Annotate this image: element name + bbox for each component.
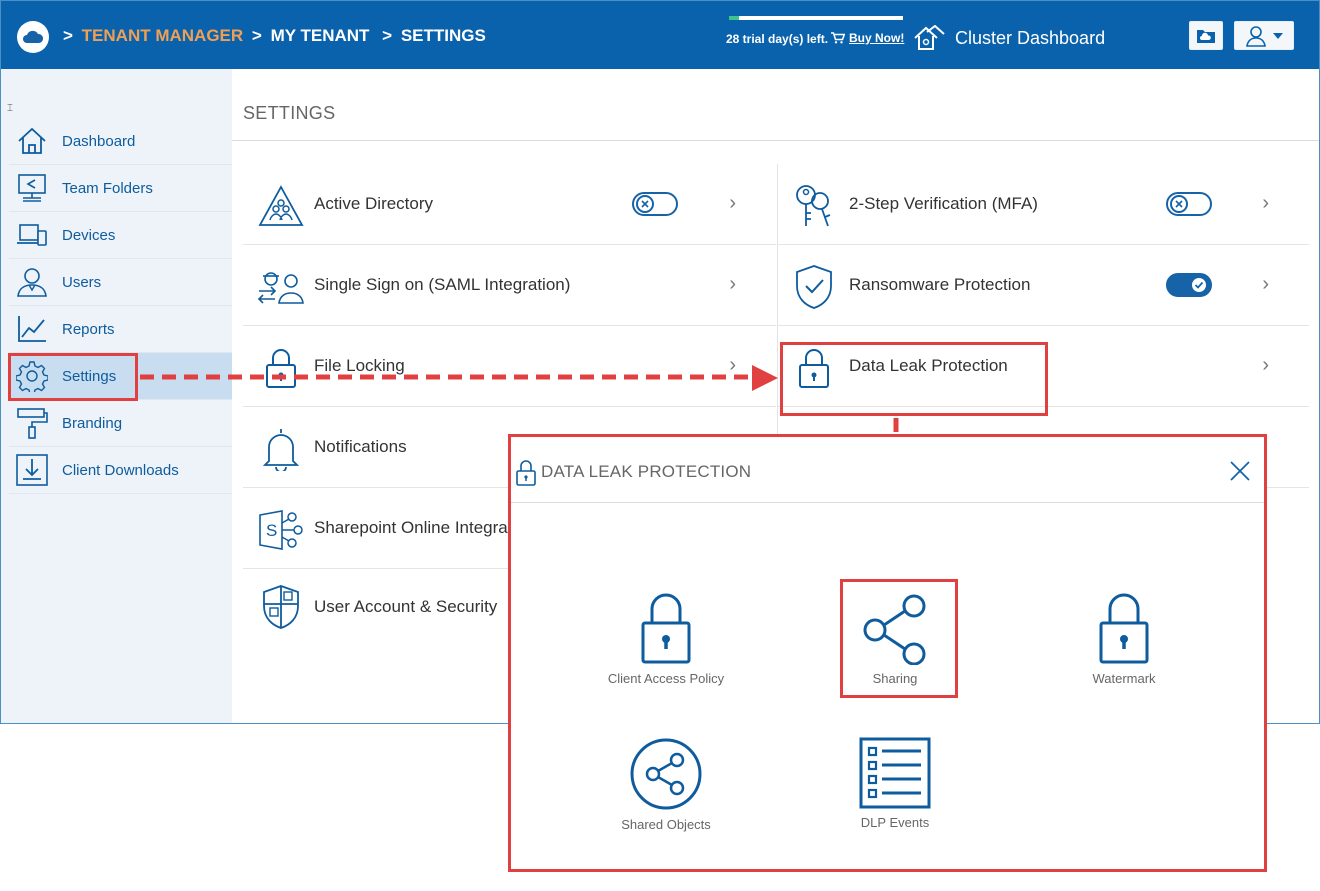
dialog-title: DATA LEAK PROTECTION — [541, 462, 752, 481]
data-leak-protection-dialog: DATA LEAK PROTECTION Client Access Polic… — [508, 434, 1267, 872]
tile-label: Client Access Policy — [607, 671, 725, 686]
sharing-highlight-box — [840, 579, 958, 698]
tile-label: DLP Events — [860, 815, 930, 830]
tile-shared-objects[interactable]: Shared Objects — [591, 737, 741, 832]
lock-icon — [641, 593, 691, 664]
tile-label: Shared Objects — [621, 817, 711, 832]
lock-icon — [1099, 593, 1149, 664]
tile-label: Watermark — [1092, 671, 1156, 686]
lock-icon — [516, 460, 536, 486]
tile-dlp-events[interactable]: DLP Events — [820, 737, 970, 830]
close-icon[interactable] — [1228, 459, 1252, 483]
event-list-icon — [859, 737, 931, 809]
tile-watermark[interactable]: Watermark — [1049, 593, 1199, 686]
shared-objects-icon — [630, 738, 702, 810]
tile-client-access-policy[interactable]: Client Access Policy — [591, 593, 741, 686]
dialog-header: DATA LEAK PROTECTION — [511, 437, 1264, 503]
